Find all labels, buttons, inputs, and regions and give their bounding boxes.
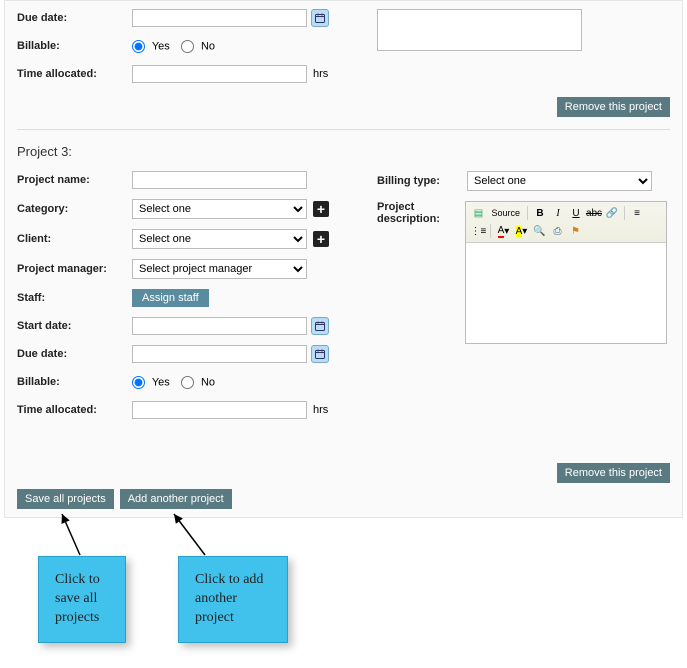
separator-icon [490, 224, 491, 238]
plus-icon[interactable]: + [313, 231, 329, 247]
time-alloc-label: Time allocated: [17, 404, 132, 416]
time-alloc-label: Time allocated: [17, 68, 132, 80]
annotations-layer: Click to save all projects Click to add … [0, 518, 687, 668]
strike-icon[interactable]: abc [586, 205, 602, 221]
billable-no-radio[interactable] [181, 376, 194, 389]
description-box-fragment[interactable] [377, 9, 582, 51]
time-alloc-input[interactable] [132, 65, 307, 83]
pm-select[interactable]: Select project manager [132, 259, 307, 279]
arrow-icon [170, 510, 210, 560]
remove-project-button[interactable]: Remove this project [557, 463, 670, 483]
rte-editor: ▤ Source B I U abc 🔗 ≡ ⋮≡ A▾ [465, 201, 667, 344]
billable-yes-label: Yes [152, 40, 170, 52]
start-date-label: Start date: [17, 320, 132, 332]
project-3-title: Project 3: [17, 136, 670, 171]
calendar-icon[interactable] [311, 9, 329, 27]
time-alloc-input[interactable] [132, 401, 307, 419]
assign-staff-button[interactable]: Assign staff [132, 289, 209, 307]
bg-color-icon[interactable]: A▾ [513, 223, 529, 239]
billable-yes-radio[interactable] [132, 40, 145, 53]
link-icon[interactable]: 🔗 [604, 205, 620, 221]
calendar-icon[interactable] [311, 317, 329, 335]
project-3-section: Project 3: Project name: Category: Selec… [17, 136, 670, 489]
arrow-icon [58, 510, 88, 560]
source-button[interactable]: Source [488, 205, 523, 221]
callout-save: Click to save all projects [38, 556, 126, 643]
billable-yes-radio[interactable] [132, 376, 145, 389]
text-color-icon[interactable]: A▾ [495, 223, 511, 239]
numbered-list-icon[interactable]: ≡ [629, 205, 645, 221]
hrs-unit: hrs [313, 404, 328, 416]
billable-no-radio[interactable] [181, 40, 194, 53]
rte-body[interactable] [466, 243, 666, 343]
billable-label: Billable: [17, 376, 132, 388]
find-icon[interactable]: 🔍 [531, 223, 547, 239]
billable-radio-group: Yes No [132, 40, 215, 53]
hrs-unit: hrs [313, 68, 328, 80]
flag-icon[interactable]: ⚑ [567, 223, 583, 239]
start-date-input[interactable] [132, 317, 307, 335]
pm-label: Project manager: [17, 263, 132, 275]
bullet-list-icon[interactable]: ⋮≡ [470, 223, 486, 239]
calendar-icon[interactable] [311, 345, 329, 363]
save-all-button[interactable]: Save all projects [17, 489, 114, 509]
underline-icon[interactable]: U [568, 205, 584, 221]
rte-toolbar: ▤ Source B I U abc 🔗 ≡ ⋮≡ A▾ [466, 202, 666, 243]
billable-no-label: No [201, 40, 215, 52]
print-icon[interactable]: ⎙ [549, 223, 565, 239]
due-date-label: Due date: [17, 348, 132, 360]
add-another-button[interactable]: Add another project [120, 489, 232, 509]
client-select[interactable]: Select one [132, 229, 307, 249]
description-label: Project description: [377, 201, 465, 225]
plus-icon[interactable]: + [313, 201, 329, 217]
billable-yes-label: Yes [152, 376, 170, 388]
divider [17, 129, 670, 130]
italic-icon[interactable]: I [550, 205, 566, 221]
category-select[interactable]: Select one [132, 199, 307, 219]
billing-type-select[interactable]: Select one [467, 171, 652, 191]
separator-icon [624, 206, 625, 220]
staff-label: Staff: [17, 292, 132, 304]
billing-type-label: Billing type: [377, 175, 467, 187]
bold-icon[interactable]: B [532, 205, 548, 221]
project-prev-fragment: Due date: Billable: Yes No Time allocate… [4, 0, 683, 518]
due-date-label: Due date: [17, 12, 132, 24]
client-label: Client: [17, 233, 132, 245]
due-date-input[interactable] [132, 9, 307, 27]
billable-radio-group: Yes No [132, 376, 215, 389]
remove-project-button[interactable]: Remove this project [557, 97, 670, 117]
project-name-input[interactable] [132, 171, 307, 189]
category-label: Category: [17, 203, 132, 215]
billable-no-label: No [201, 376, 215, 388]
due-date-input[interactable] [132, 345, 307, 363]
templates-icon[interactable]: ▤ [470, 205, 486, 221]
callout-add: Click to add another project [178, 556, 288, 643]
project-name-label: Project name: [17, 174, 132, 186]
billable-label: Billable: [17, 40, 132, 52]
separator-icon [527, 206, 528, 220]
